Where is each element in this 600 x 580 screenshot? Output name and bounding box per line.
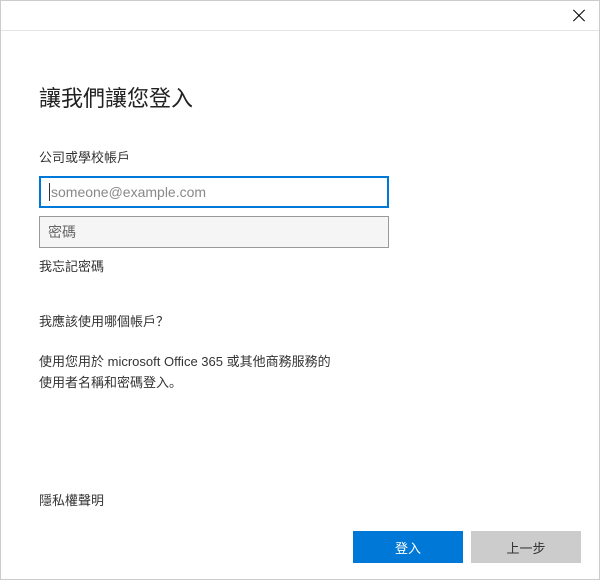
back-button[interactable]: 上一步 <box>471 531 581 563</box>
titlebar <box>1 1 599 31</box>
privacy-link[interactable]: 隱私權聲明 <box>39 490 104 509</box>
dialog-content: 讓我們讓您登入 公司或學校帳戶 someone@example.com 密碼 我… <box>1 31 599 394</box>
description-text: 使用您用於 microsoft Office 365 或其他商務服務的 使用者名… <box>39 352 561 394</box>
password-field[interactable]: 密碼 <box>39 216 389 248</box>
description-line-1: 使用您用於 microsoft Office 365 或其他商務服務的 <box>39 354 331 369</box>
signin-button[interactable]: 登入 <box>353 531 463 563</box>
close-icon[interactable] <box>571 8 587 24</box>
email-placeholder: someone@example.com <box>51 184 206 200</box>
password-placeholder: 密碼 <box>48 222 76 242</box>
button-bar: 登入 上一步 <box>353 531 581 563</box>
forgot-password-link[interactable]: 我忘記密碼 <box>39 256 561 275</box>
which-account-text: 我應該使用哪個帳戶？ <box>39 311 561 330</box>
dialog-title: 讓我們讓您登入 <box>39 81 561 113</box>
email-field[interactable]: someone@example.com <box>39 176 389 208</box>
account-label: 公司或學校帳戶 <box>39 147 561 166</box>
text-cursor <box>49 183 50 201</box>
description-line-2: 使用者名稱和密碼登入。 <box>39 375 182 390</box>
